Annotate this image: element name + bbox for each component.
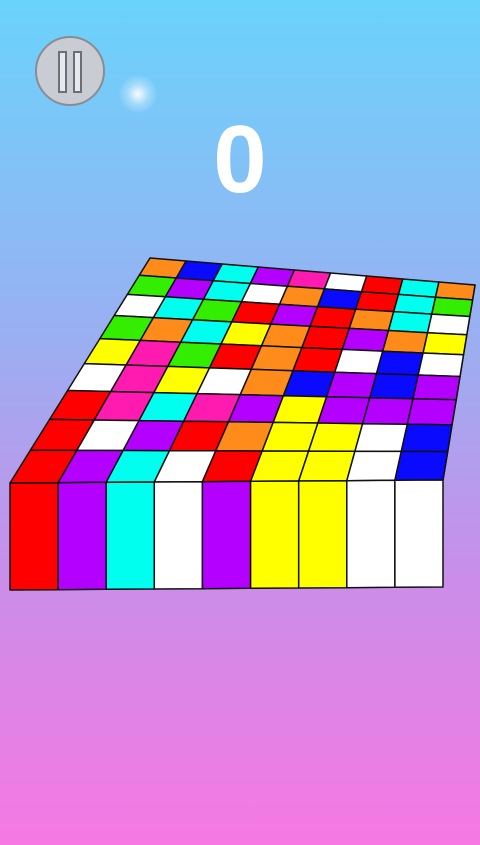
cube-front-face[interactable] bbox=[105, 481, 156, 591]
cube-front-face[interactable] bbox=[297, 479, 348, 589]
cube-front-face[interactable] bbox=[201, 480, 252, 590]
cube-top[interactable] bbox=[292, 346, 344, 373]
cube-top[interactable] bbox=[381, 329, 429, 354]
cube-top[interactable] bbox=[325, 371, 378, 399]
cube-top[interactable] bbox=[316, 288, 363, 310]
cube-top[interactable] bbox=[387, 310, 433, 334]
cube-front-face[interactable] bbox=[346, 479, 396, 589]
cube-top[interactable] bbox=[369, 372, 419, 400]
cube-top[interactable] bbox=[301, 325, 351, 351]
cube-front-face[interactable] bbox=[249, 480, 300, 590]
cube-top[interactable] bbox=[392, 293, 437, 315]
cube-top[interactable] bbox=[348, 308, 395, 332]
cube-top[interactable] bbox=[354, 290, 400, 313]
cube-top[interactable] bbox=[431, 296, 474, 318]
cube-front-face[interactable] bbox=[394, 479, 444, 589]
cube-front-face[interactable] bbox=[153, 480, 204, 590]
cube-front-face[interactable] bbox=[57, 481, 107, 591]
cube-top[interactable] bbox=[422, 331, 468, 356]
cube-top[interactable] bbox=[394, 450, 449, 482]
cube-top[interactable] bbox=[282, 369, 336, 398]
cube-top[interactable] bbox=[354, 422, 409, 453]
cube-top[interactable] bbox=[406, 398, 457, 426]
cube-top[interactable] bbox=[375, 350, 424, 376]
cube-top[interactable] bbox=[309, 305, 357, 330]
cube-top[interactable] bbox=[317, 395, 371, 425]
cube-top[interactable] bbox=[361, 397, 414, 426]
cube-top[interactable] bbox=[278, 285, 326, 308]
cube-top[interactable] bbox=[417, 352, 465, 378]
cube-top[interactable] bbox=[400, 423, 453, 453]
cube-top[interactable] bbox=[307, 422, 364, 453]
cube-top[interactable] bbox=[426, 313, 471, 336]
cube-top[interactable] bbox=[341, 327, 390, 352]
cube-top[interactable] bbox=[334, 348, 384, 375]
cube-top[interactable] bbox=[412, 374, 461, 401]
cube-front-face[interactable] bbox=[9, 481, 59, 591]
cube-top[interactable] bbox=[346, 450, 403, 482]
cube-top[interactable] bbox=[297, 450, 356, 482]
puzzle-board[interactable] bbox=[0, 0, 480, 845]
